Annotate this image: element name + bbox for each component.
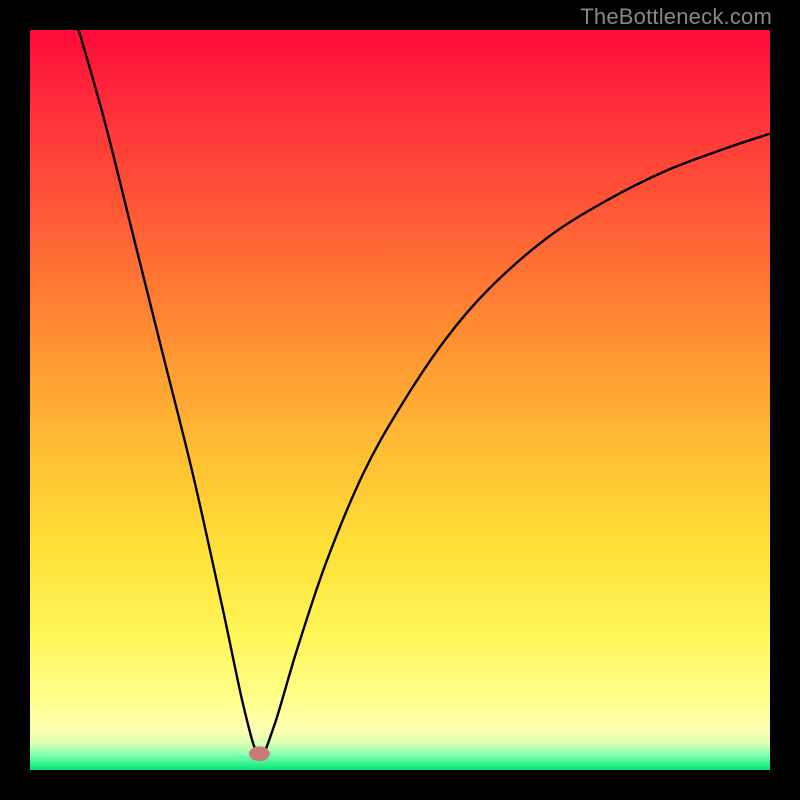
minimum-marker xyxy=(249,746,270,761)
chart-svg xyxy=(0,0,800,800)
plot-background xyxy=(30,30,770,770)
watermark-text: TheBottleneck.com xyxy=(580,4,772,30)
chart-root: TheBottleneck.com xyxy=(0,0,800,800)
